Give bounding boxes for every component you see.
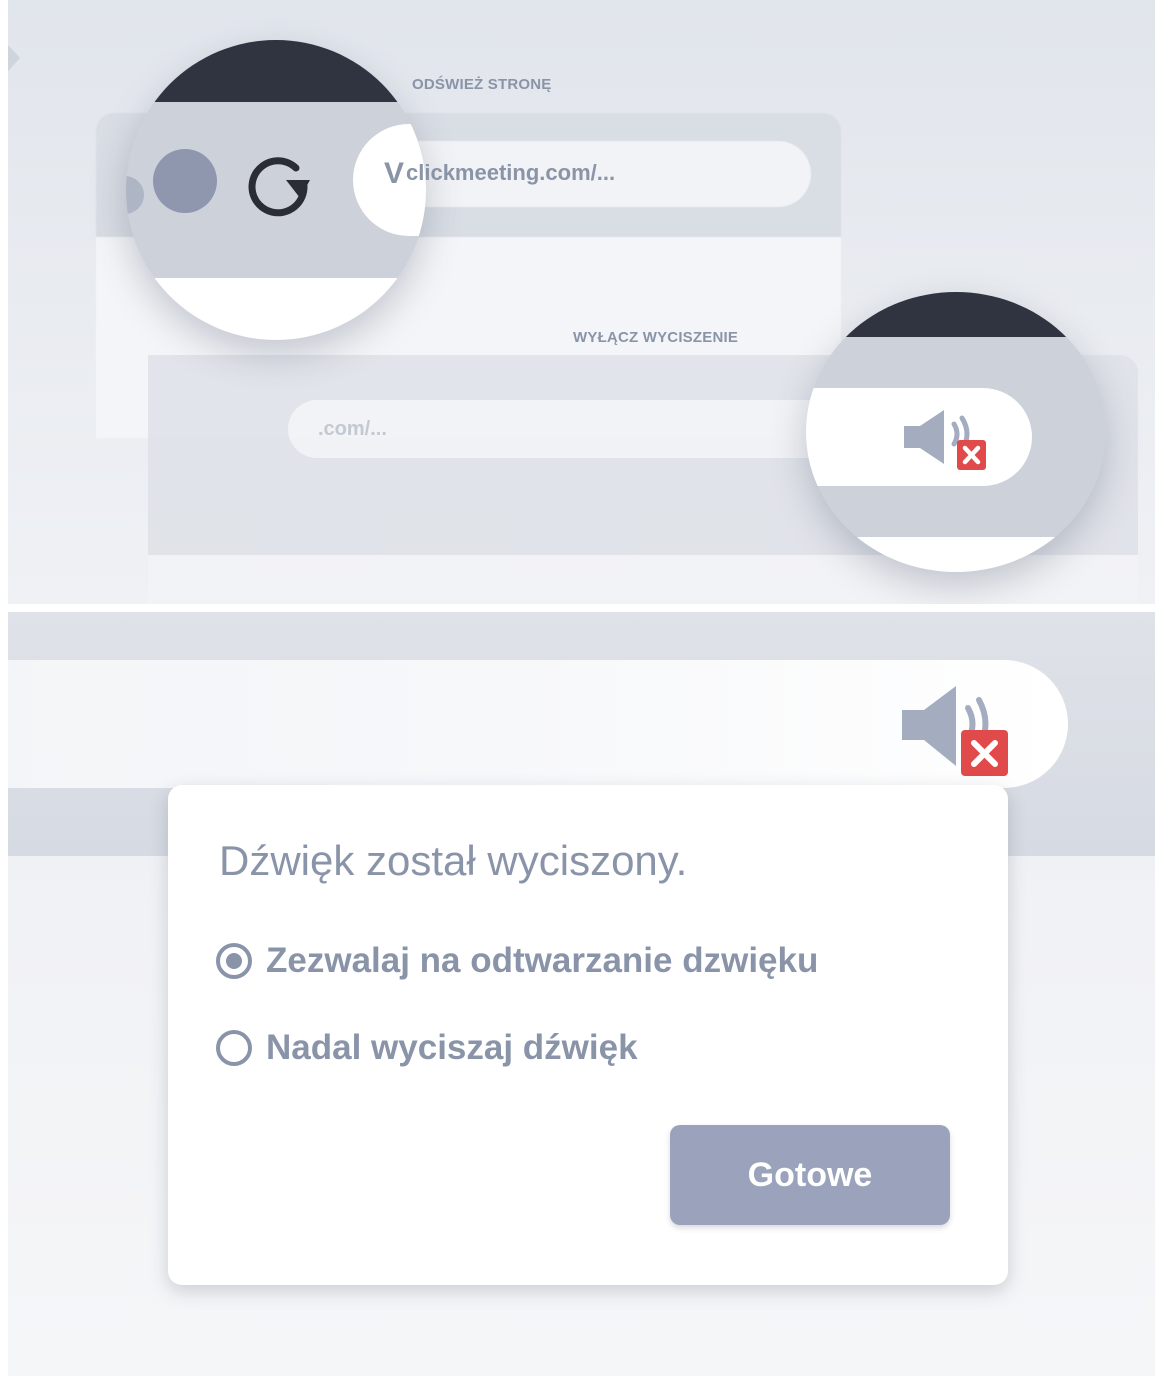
option-label: Zezwalaj na odtwarzanie dzwięku: [266, 941, 819, 980]
back-button[interactable]: [126, 176, 144, 214]
top-panel: ODŚWIEŻ STRONĘ .com/... WYŁĄCZ WYCISZENI…: [8, 0, 1155, 604]
allow-sound-option[interactable]: Zezwalaj na odtwarzanie dzwięku: [216, 941, 818, 981]
radio-unchecked-icon[interactable]: [216, 1030, 252, 1066]
magnifier-tab-strip: [126, 40, 426, 102]
done-button[interactable]: Gotowe: [670, 1125, 950, 1225]
muted-speaker-icon[interactable]: [900, 682, 1015, 778]
option-label: Nadal wyciszaj dźwięk: [266, 1028, 638, 1067]
address-bar-cursor: V: [384, 157, 405, 190]
refresh-caption: ODŚWIEŻ STRONĘ: [412, 76, 552, 93]
mute-dialog: Dźwięk został wyciszony. Zezwalaj na odt…: [168, 785, 1008, 1285]
magnifier-tab-strip: [806, 292, 1106, 337]
refresh-magnifier: [126, 40, 426, 340]
dialog-title: Dźwięk został wyciszony.: [219, 837, 688, 884]
unmute-caption: WYŁĄCZ WYCISZENIE: [573, 329, 739, 346]
magnifier-page-area: [126, 278, 426, 340]
magnifier-page-area: [806, 537, 1106, 572]
partial-chevron-icon: [8, 36, 20, 80]
muted-speaker-icon[interactable]: [902, 406, 994, 478]
faded-url-text: .com/...: [318, 418, 387, 440]
radio-checked-icon[interactable]: [216, 943, 252, 979]
refresh-icon[interactable]: [238, 142, 318, 222]
mute-magnifier: [806, 292, 1106, 572]
keep-muted-option[interactable]: Nadal wyciszaj dźwięk: [216, 1028, 638, 1068]
forward-button[interactable]: [153, 149, 217, 213]
url-text: clickmeeting.com/...: [406, 160, 616, 185]
